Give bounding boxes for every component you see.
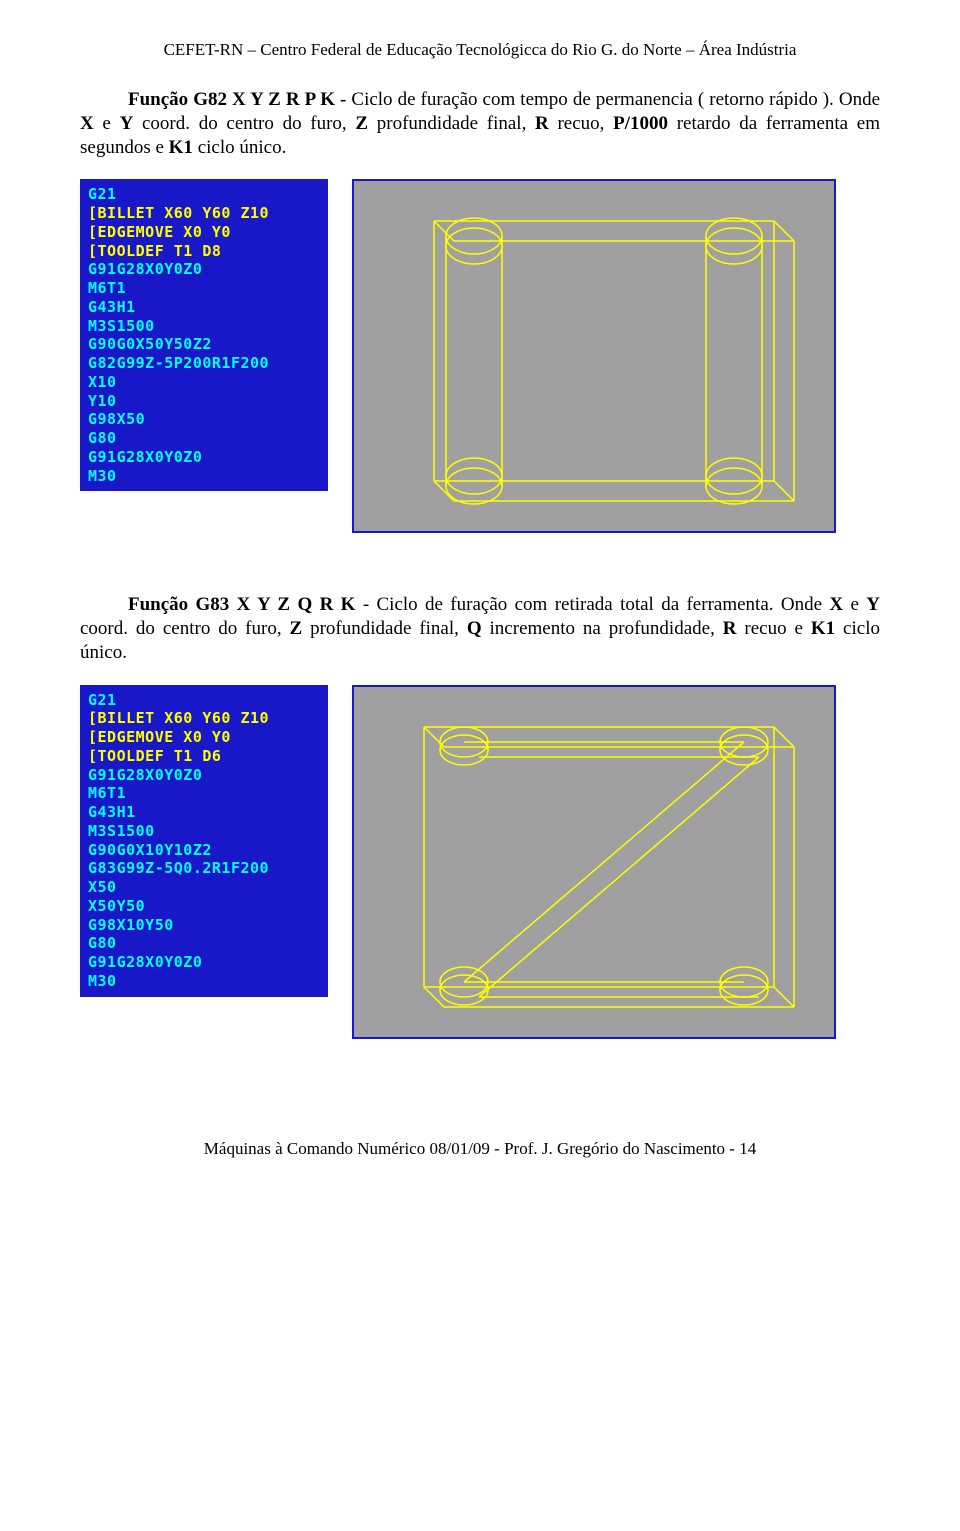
paragraph-g83: Função G83 X Y Z Q R K - Ciclo de furaçã… [80,593,880,664]
paragraph-g82: Função G82 X Y Z R P K - Ciclo de furaçã… [80,88,880,159]
code-line: G43H1 [88,803,318,822]
page-header: CEFET-RN – Centro Federal de Educação Te… [80,40,880,60]
code-line: G43H1 [88,298,318,317]
code-line: X50Y50 [88,897,318,916]
code-line: G91G28X0Y0Z0 [88,766,318,785]
code-line: X10 [88,373,318,392]
code-line: M30 [88,972,318,991]
figure-row-2: G21 [BILLET X60 Y60 Z10 [EDGEMOVE X0 Y0 … [80,685,880,1039]
code-line: [BILLET X60 Y60 Z10 [88,709,318,728]
code-line: [EDGEMOVE X0 Y0 [88,223,318,242]
code-box-g82: G21 [BILLET X60 Y60 Z10 [EDGEMOVE X0 Y0 … [80,179,328,491]
page-footer: Máquinas à Comando Numérico 08/01/09 - P… [80,1139,880,1159]
code-line: G80 [88,429,318,448]
code-line: G90G0X10Y10Z2 [88,841,318,860]
code-line: G90G0X50Y50Z2 [88,335,318,354]
code-line: [EDGEMOVE X0 Y0 [88,728,318,747]
code-line: G91G28X0Y0Z0 [88,953,318,972]
code-line: G98X50 [88,410,318,429]
code-line: G21 [88,691,318,710]
code-line: X50 [88,878,318,897]
code-line: G91G28X0Y0Z0 [88,260,318,279]
sim-view-g82 [352,179,836,533]
code-line: M30 [88,467,318,486]
code-line: M3S1500 [88,822,318,841]
code-line: M6T1 [88,279,318,298]
code-line: G82G99Z-5P200R1F200 [88,354,318,373]
code-line: M6T1 [88,784,318,803]
code-line: [TOOLDEF T1 D6 [88,747,318,766]
code-line: G98X10Y50 [88,916,318,935]
code-line: G80 [88,934,318,953]
code-line: G83G99Z-5Q0.2R1F200 [88,859,318,878]
sim-view-g83 [352,685,836,1039]
code-line: Y10 [88,392,318,411]
code-line: [BILLET X60 Y60 Z10 [88,204,318,223]
code-box-g83: G21 [BILLET X60 Y60 Z10 [EDGEMOVE X0 Y0 … [80,685,328,997]
code-line: M3S1500 [88,317,318,336]
code-line: [TOOLDEF T1 D8 [88,242,318,261]
code-line: G91G28X0Y0Z0 [88,448,318,467]
code-line: G21 [88,185,318,204]
figure-row-1: G21 [BILLET X60 Y60 Z10 [EDGEMOVE X0 Y0 … [80,179,880,533]
